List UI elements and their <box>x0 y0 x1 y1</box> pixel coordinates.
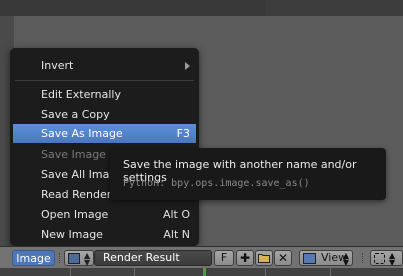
up-down-arrows-icon: ▲ ▼ <box>84 251 91 267</box>
menu-item-label: Edit Externally <box>41 88 122 101</box>
menu-item-shortcut: F3 <box>176 127 190 140</box>
menu-item-label: Open Image <box>41 208 109 221</box>
image-editor-header: Image ▲ ▼ Render Result F ✚ ✕ View ▲ ▼ ▲ ▼ <box>0 246 403 269</box>
menu-item-label: Save As Image <box>41 127 123 140</box>
tooltip-python-path: Python: bpy.ops.image.save_as() <box>123 178 310 189</box>
folder-icon[interactable] <box>255 250 273 266</box>
fake-user-button[interactable]: F <box>214 250 234 266</box>
up-down-arrows-icon: ▲ ▼ <box>389 251 396 267</box>
menu-item-label: New Image <box>41 228 103 241</box>
pivot-point-select[interactable]: ▲ ▼ <box>370 250 403 267</box>
menu-item-save-a-copy[interactable]: Save a Copy <box>13 105 196 124</box>
menu-separator <box>15 80 194 81</box>
timeline-strip <box>0 268 403 276</box>
menu-item-label: Save Image <box>41 148 106 161</box>
timeline-tick <box>70 268 71 276</box>
plus-icon[interactable]: ✚ <box>236 250 254 266</box>
timeline-tick <box>330 268 331 276</box>
image-menu-button[interactable]: Image <box>12 250 55 266</box>
menu-item-shortcut: Alt O <box>162 208 190 221</box>
menu-item-open-image[interactable]: Open Image Alt O <box>13 205 196 224</box>
image-icon <box>68 253 80 264</box>
pivot-icon <box>374 253 385 264</box>
header-separator <box>362 253 365 263</box>
menu-item-label: Invert <box>41 59 74 72</box>
timeline-tick <box>265 268 266 276</box>
menu-item-shortcut: Alt N <box>163 228 190 241</box>
current-frame-indicator <box>203 268 206 276</box>
view-mode-select[interactable]: View ▲ ▼ <box>299 250 353 267</box>
operator-tooltip: Save the image with another name and/or … <box>110 148 386 200</box>
header-separator <box>59 253 62 263</box>
menu-item-label: Save a Copy <box>41 108 110 121</box>
image-name-field[interactable]: Render Result <box>94 250 212 266</box>
menu-item-new-image[interactable]: New Image Alt N <box>13 225 196 244</box>
submenu-arrow-icon <box>185 62 190 70</box>
menu-item-save-as-image[interactable]: Save As Image F3 <box>13 124 196 143</box>
up-down-arrows-icon: ▲ ▼ <box>342 251 349 267</box>
x-icon[interactable]: ✕ <box>274 250 292 266</box>
menu-item-edit-externally[interactable]: Edit Externally <box>13 85 196 104</box>
browse-image-button[interactable]: ▲ ▼ <box>64 250 94 267</box>
view-icon <box>303 253 316 264</box>
menu-item-invert[interactable]: Invert <box>13 56 196 75</box>
timeline-tick <box>134 268 135 276</box>
image-menu-dropdown: Invert Edit Externally Save a Copy Save … <box>10 48 199 246</box>
